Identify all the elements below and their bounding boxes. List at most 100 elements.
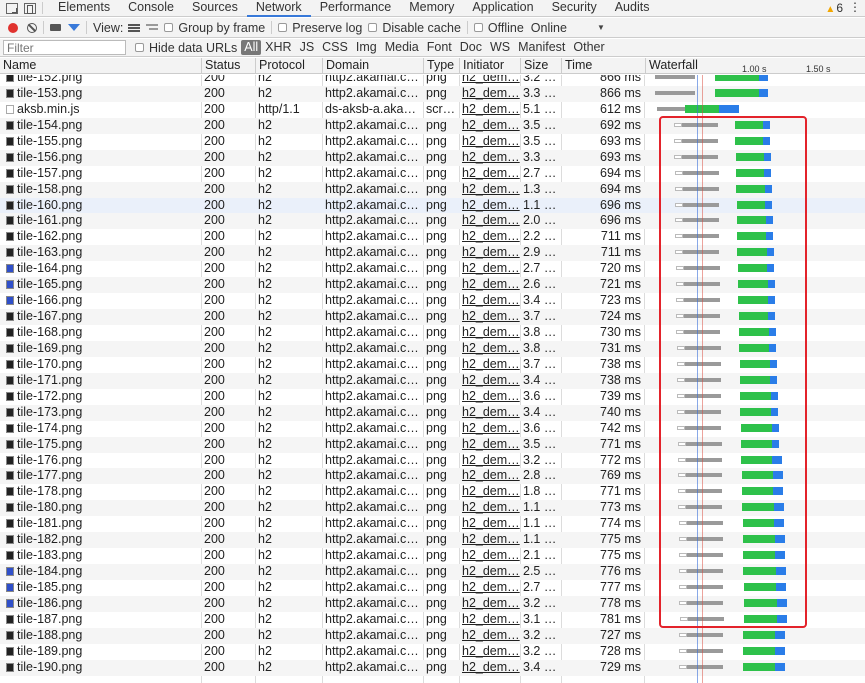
initiator-link[interactable]: h2_dem… bbox=[462, 437, 520, 451]
initiator-link[interactable]: h2_dem… bbox=[462, 468, 520, 482]
initiator-link[interactable]: h2_dem… bbox=[462, 421, 520, 435]
hide-data-urls-checkbox[interactable] bbox=[135, 43, 144, 52]
type-filter-js[interactable]: JS bbox=[296, 40, 319, 55]
group-by-frame-checkbox[interactable] bbox=[164, 23, 174, 32]
inspect-element-icon[interactable] bbox=[6, 2, 18, 14]
initiator-cell[interactable]: h2_dem… bbox=[459, 357, 520, 373]
type-filter-all[interactable]: All bbox=[241, 40, 262, 55]
initiator-link[interactable]: h2_dem… bbox=[462, 500, 520, 514]
initiator-cell[interactable]: h2_dem… bbox=[459, 468, 520, 484]
initiator-cell[interactable]: h2_dem… bbox=[459, 245, 520, 261]
column-header-waterfall[interactable]: Waterfall 1.00 s 1.50 s bbox=[645, 58, 865, 74]
initiator-cell[interactable]: h2_dem… bbox=[459, 75, 520, 86]
initiator-link[interactable]: h2_dem… bbox=[462, 198, 520, 212]
initiator-cell[interactable]: h2_dem… bbox=[459, 325, 520, 341]
table-row[interactable]: tile-188.png 200 h2 http2.akamai.c… png h2_de… bbox=[0, 627, 865, 644]
initiator-cell[interactable]: h2_dem… bbox=[459, 373, 520, 389]
column-header-initiator[interactable]: Initiator bbox=[459, 58, 520, 74]
initiator-cell[interactable]: h2_dem… bbox=[459, 500, 520, 516]
tab-security[interactable]: Security bbox=[543, 0, 606, 17]
initiator-link[interactable]: h2_dem… bbox=[462, 373, 520, 387]
initiator-link[interactable]: h2_dem… bbox=[462, 277, 520, 291]
initiator-cell[interactable]: h2_dem… bbox=[459, 213, 520, 229]
offline-checkbox[interactable] bbox=[473, 23, 483, 32]
column-header-name[interactable]: Name bbox=[0, 58, 201, 74]
filter-input[interactable] bbox=[3, 40, 126, 55]
initiator-cell[interactable]: h2_dem… bbox=[459, 564, 520, 580]
record-icon[interactable] bbox=[8, 22, 18, 33]
initiator-cell[interactable]: h2_dem… bbox=[459, 532, 520, 548]
initiator-link[interactable]: h2_dem… bbox=[462, 644, 520, 658]
type-filter-other[interactable]: Other bbox=[569, 40, 608, 55]
column-header-size[interactable]: Size bbox=[520, 58, 561, 74]
initiator-link[interactable]: h2_dem… bbox=[462, 564, 520, 578]
initiator-link[interactable]: h2_dem… bbox=[462, 516, 520, 530]
initiator-cell[interactable]: h2_dem… bbox=[459, 580, 520, 596]
initiator-link[interactable]: h2_dem… bbox=[462, 580, 520, 594]
throttling-select[interactable]: Online bbox=[531, 21, 567, 35]
initiator-cell[interactable]: h2_dem… bbox=[459, 86, 520, 102]
type-filter-img[interactable]: Img bbox=[352, 40, 381, 55]
initiator-link[interactable]: h2_dem… bbox=[462, 213, 520, 227]
initiator-cell[interactable]: h2_dem… bbox=[459, 484, 520, 500]
initiator-link[interactable]: h2_dem… bbox=[462, 166, 520, 180]
type-filter-css[interactable]: CSS bbox=[318, 40, 352, 55]
column-header-type[interactable]: Type bbox=[423, 58, 459, 74]
initiator-link[interactable]: h2_dem… bbox=[462, 118, 520, 132]
initiator-cell[interactable]: h2_dem… bbox=[459, 198, 520, 214]
initiator-cell[interactable]: h2_dem… bbox=[459, 277, 520, 293]
initiator-cell[interactable]: h2_dem… bbox=[459, 182, 520, 198]
initiator-cell[interactable]: h2_dem… bbox=[459, 166, 520, 182]
column-header-status[interactable]: Status bbox=[201, 58, 255, 74]
initiator-link[interactable]: h2_dem… bbox=[462, 484, 520, 498]
tab-console[interactable]: Console bbox=[119, 0, 183, 17]
initiator-link[interactable]: h2_dem… bbox=[462, 596, 520, 610]
initiator-cell[interactable]: h2_dem… bbox=[459, 421, 520, 437]
initiator-link[interactable]: h2_dem… bbox=[462, 612, 520, 626]
initiator-link[interactable]: h2_dem… bbox=[462, 86, 520, 100]
initiator-link[interactable]: h2_dem… bbox=[462, 245, 520, 259]
initiator-link[interactable]: h2_dem… bbox=[462, 628, 520, 642]
initiator-cell[interactable]: h2_dem… bbox=[459, 229, 520, 245]
initiator-link[interactable]: h2_dem… bbox=[462, 660, 520, 674]
initiator-link[interactable]: h2_dem… bbox=[462, 182, 520, 196]
initiator-cell[interactable]: h2_dem… bbox=[459, 134, 520, 150]
initiator-cell[interactable]: h2_dem… bbox=[459, 405, 520, 421]
type-filter-media[interactable]: Media bbox=[381, 40, 423, 55]
initiator-link[interactable]: h2_dem… bbox=[462, 102, 520, 116]
tab-audits[interactable]: Audits bbox=[606, 0, 659, 17]
tab-elements[interactable]: Elements bbox=[49, 0, 119, 17]
initiator-link[interactable]: h2_dem… bbox=[462, 357, 520, 371]
chevron-down-icon[interactable]: ▼ bbox=[597, 23, 605, 32]
initiator-link[interactable]: h2_dem… bbox=[462, 548, 520, 562]
disable-cache-checkbox[interactable] bbox=[368, 23, 378, 32]
filter-icon[interactable] bbox=[68, 24, 80, 31]
table-row[interactable]: tile-153.png 200 h2 http2.akamai.c… png h2_de… bbox=[0, 85, 865, 102]
initiator-cell[interactable]: h2_dem… bbox=[459, 628, 520, 644]
type-filter-doc[interactable]: Doc bbox=[456, 40, 486, 55]
initiator-cell[interactable]: h2_dem… bbox=[459, 596, 520, 612]
type-filter-manifest[interactable]: Manifest bbox=[514, 40, 569, 55]
tab-sources[interactable]: Sources bbox=[183, 0, 247, 17]
initiator-cell[interactable]: h2_dem… bbox=[459, 261, 520, 277]
table-row[interactable]: tile-152.png 200 h2 http2.akamai.c… png h2_de… bbox=[0, 75, 865, 86]
warnings-badge[interactable]: ▲6 bbox=[825, 1, 843, 15]
initiator-cell[interactable]: h2_dem… bbox=[459, 150, 520, 166]
initiator-cell[interactable]: h2_dem… bbox=[459, 612, 520, 628]
more-options-icon[interactable]: ⋮ bbox=[849, 0, 861, 14]
tab-performance[interactable]: Performance bbox=[311, 0, 401, 17]
tab-memory[interactable]: Memory bbox=[400, 0, 463, 17]
type-filter-font[interactable]: Font bbox=[423, 40, 456, 55]
initiator-cell[interactable]: h2_dem… bbox=[459, 548, 520, 564]
initiator-link[interactable]: h2_dem… bbox=[462, 325, 520, 339]
column-header-protocol[interactable]: Protocol bbox=[255, 58, 322, 74]
initiator-cell[interactable]: h2_dem… bbox=[459, 102, 520, 118]
initiator-cell[interactable]: h2_dem… bbox=[459, 660, 520, 676]
table-row[interactable]: tile-190.png 200 h2 http2.akamai.c… png h2_de… bbox=[0, 659, 865, 676]
initiator-link[interactable]: h2_dem… bbox=[462, 405, 520, 419]
clear-icon[interactable] bbox=[27, 22, 37, 33]
initiator-cell[interactable]: h2_dem… bbox=[459, 437, 520, 453]
initiator-cell[interactable]: h2_dem… bbox=[459, 118, 520, 134]
column-header-domain[interactable]: Domain bbox=[322, 58, 423, 74]
initiator-link[interactable]: h2_dem… bbox=[462, 150, 520, 164]
